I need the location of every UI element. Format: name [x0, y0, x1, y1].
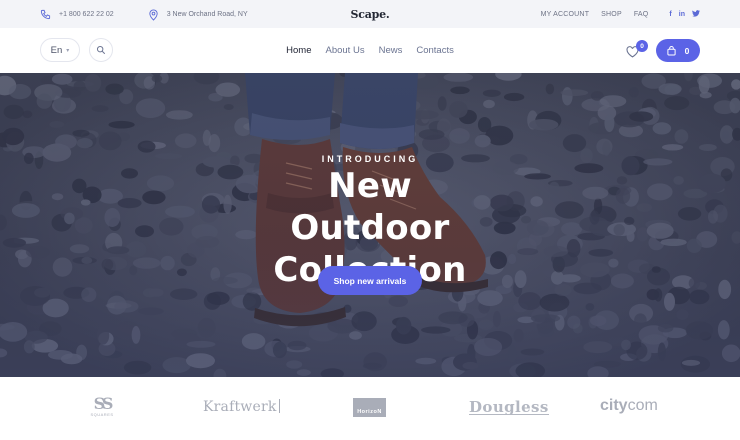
- brand-logo-citycom[interactable]: citycom: [600, 397, 658, 415]
- site-logo[interactable]: Scape.: [350, 8, 389, 21]
- hero-eyebrow: INTRODUCING: [321, 154, 419, 164]
- top-links: MY ACCOUNT SHOP FAQ f in: [529, 9, 700, 19]
- top-bar: +1 800 622 22 02 3 New Orchand Road, NY …: [0, 0, 740, 28]
- citycom-part-city: city: [600, 397, 628, 414]
- wishlist-button[interactable]: 0: [626, 40, 648, 60]
- wishlist-count-badge: 0: [636, 40, 648, 52]
- twitter-icon[interactable]: [692, 9, 700, 19]
- brand-logos-strip: SS SQUARES Kraftwerk HorizoN Dougless ci…: [0, 377, 740, 440]
- squares-mark: SS: [93, 394, 114, 413]
- brand-logo-squares[interactable]: SS SQUARES: [88, 396, 116, 420]
- language-selector[interactable]: En ▾: [40, 38, 80, 62]
- nav-news[interactable]: News: [379, 45, 403, 56]
- language-label: En: [50, 44, 63, 56]
- main-navbar: En ▾ Home About Us News Contacts 0 0: [0, 28, 740, 73]
- social-links: f in: [662, 9, 700, 19]
- shopping-bag-icon: [667, 45, 676, 56]
- location-pin-icon: [149, 8, 158, 21]
- address-text: 3 New Orchand Road, NY: [166, 10, 248, 18]
- squares-caption: SQUARES: [90, 412, 114, 417]
- my-account-link[interactable]: MY ACCOUNT: [541, 11, 590, 18]
- brand-logo-horizon[interactable]: HorizoN: [353, 398, 386, 417]
- phone-number: +1 800 622 22 02: [59, 10, 114, 18]
- hero-content: INTRODUCING New Outdoor Collection Shop …: [0, 73, 740, 377]
- facebook-icon[interactable]: f: [669, 11, 671, 18]
- horizon-text: HorizoN: [357, 409, 382, 415]
- hero-section: INTRODUCING New Outdoor Collection Shop …: [0, 73, 740, 377]
- cart-button[interactable]: 0: [656, 39, 700, 62]
- cart-count: 0: [684, 45, 690, 56]
- search-button[interactable]: [89, 38, 113, 62]
- linkedin-icon[interactable]: in: [679, 11, 685, 18]
- faq-link[interactable]: FAQ: [634, 11, 649, 18]
- nav-home[interactable]: Home: [286, 45, 311, 56]
- citycom-part-com: com: [627, 397, 658, 414]
- brand-logo-kraftwerk[interactable]: Kraftwerk: [203, 399, 280, 415]
- nav-about-us[interactable]: About Us: [326, 45, 365, 56]
- shop-link[interactable]: SHOP: [601, 11, 622, 18]
- address-contact[interactable]: 3 New Orchand Road, NY: [148, 8, 248, 21]
- search-icon: [96, 45, 106, 55]
- phone-contact[interactable]: +1 800 622 22 02: [40, 9, 114, 20]
- chevron-down-icon: ▾: [66, 47, 70, 54]
- shop-new-arrivals-button[interactable]: Shop new arrivals: [318, 266, 422, 295]
- nav-contacts[interactable]: Contacts: [416, 45, 454, 56]
- brand-logo-dougless[interactable]: Dougless: [469, 398, 549, 416]
- phone-icon: [40, 9, 51, 19]
